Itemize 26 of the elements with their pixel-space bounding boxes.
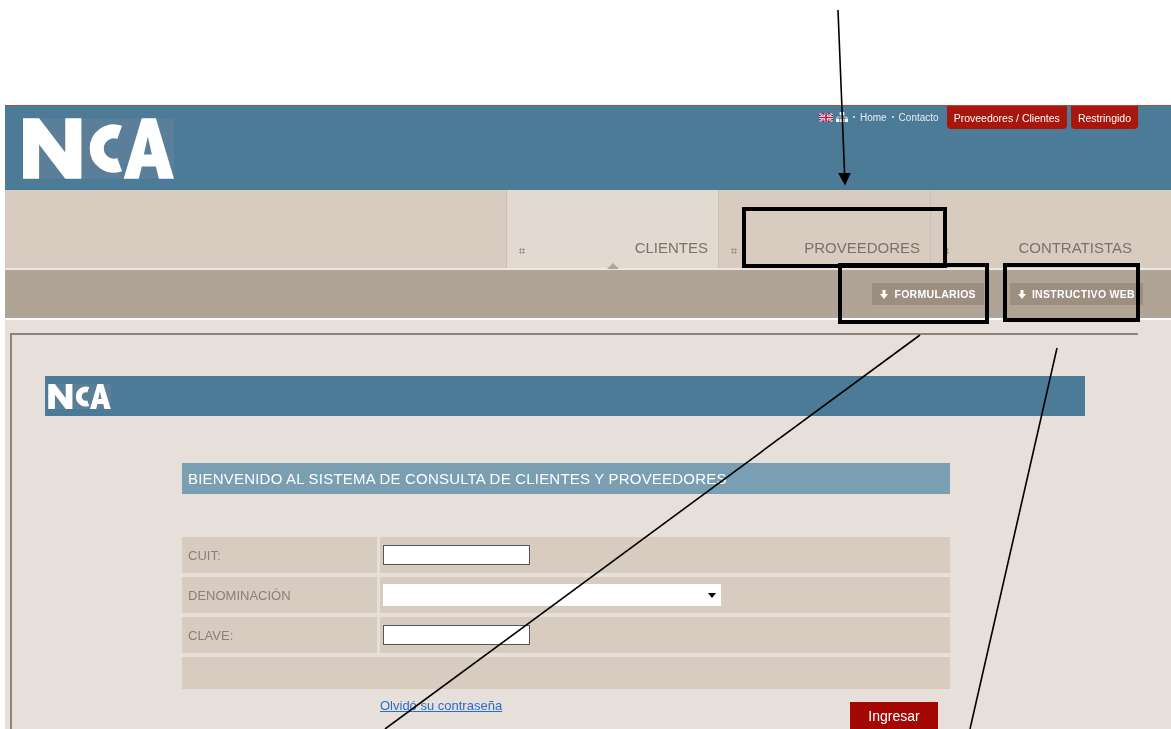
nav-link[interactable]: Home (859, 111, 887, 123)
down-arrow-icon (880, 289, 889, 299)
sitemap-icon[interactable] (835, 112, 848, 122)
form-title: BIENVENIDO AL SISTEMA DE CONSULTA DE CLIENTES Y PROVEEDORES (182, 463, 950, 494)
grip-icon (519, 248, 525, 254)
field-label: CUIT: (188, 547, 221, 563)
nav-tab[interactable]: PROVEEDORES (718, 190, 930, 268)
text-field[interactable] (383, 625, 530, 645)
field-label: DENOMINACIÓN (188, 587, 291, 603)
login-button[interactable]: Ingresar (850, 702, 938, 729)
grip-icon (731, 248, 737, 254)
caret-icon (708, 592, 716, 598)
text-field[interactable] (383, 545, 530, 565)
nav-tab[interactable]: CONTRATISTAS (930, 190, 1142, 268)
flag-icon[interactable] (818, 112, 833, 122)
forgot-password-link[interactable]: Olvidó su contraseña (380, 698, 503, 713)
nav-link[interactable]: Contacto (898, 111, 939, 123)
down-arrow-icon (1017, 289, 1026, 299)
nav-tab[interactable]: CLIENTES (506, 190, 718, 268)
dropdown-field[interactable] (383, 584, 721, 606)
download-button[interactable]: FORMULARIOS (872, 283, 984, 305)
field-label: CLAVE: (188, 627, 234, 643)
download-button[interactable]: INSTRUCTIVO WEB (1009, 283, 1143, 305)
top-nav-button[interactable]: Proveedores / Clientes (946, 106, 1067, 129)
logo (48, 383, 111, 409)
top-nav-button[interactable]: Restringido (1070, 106, 1138, 129)
